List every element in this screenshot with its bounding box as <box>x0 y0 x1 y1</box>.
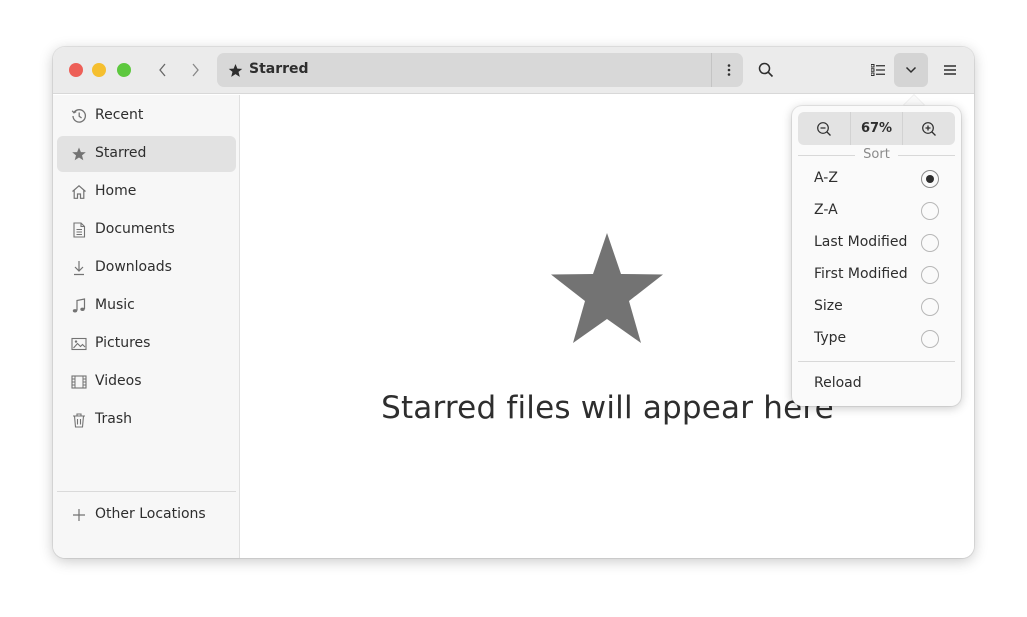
sort-option-size[interactable]: Size <box>814 298 843 314</box>
header-bar: Starred <box>53 47 974 94</box>
sidebar-item-label: Music <box>95 297 135 313</box>
sort-option-a-z[interactable]: A-Z <box>814 170 838 186</box>
sidebar-item-documents[interactable]: Documents <box>57 212 236 248</box>
plus-icon <box>73 509 85 521</box>
film-icon <box>71 375 87 389</box>
music-note-icon <box>72 298 86 313</box>
back-button[interactable] <box>150 59 176 81</box>
sort-radio-first-modified[interactable] <box>921 266 939 284</box>
sort-radio-z-a[interactable] <box>921 202 939 220</box>
zoom-out-icon <box>817 121 831 136</box>
vertical-dots-icon <box>727 64 730 76</box>
maximize-window-button[interactable] <box>117 63 131 77</box>
sort-radio-last-modified[interactable] <box>921 234 939 252</box>
sort-radio-size[interactable] <box>921 298 939 316</box>
main-menu-button[interactable] <box>936 53 964 87</box>
location-title: Starred <box>249 61 309 77</box>
chevron-down-icon <box>905 66 917 74</box>
search-icon <box>758 62 774 78</box>
sidebar-item-label: Documents <box>95 221 175 237</box>
zoom-controls: 67% <box>798 112 955 145</box>
location-bar-divider <box>711 53 712 87</box>
star-icon <box>72 147 86 161</box>
sort-option-type[interactable]: Type <box>814 330 846 346</box>
sort-option-z-a[interactable]: Z-A <box>814 202 838 218</box>
sidebar-item-label: Starred <box>95 145 147 161</box>
sidebar-item-label: Recent <box>95 107 144 123</box>
sidebar-item-trash[interactable]: Trash <box>57 402 236 438</box>
zoom-out-button[interactable] <box>798 112 850 145</box>
sidebar-item-pictures[interactable]: Pictures <box>57 326 236 362</box>
zoom-level-button[interactable]: 67% <box>850 112 903 145</box>
sidebar-item-label: Videos <box>95 373 142 389</box>
sort-divider-right <box>898 155 955 156</box>
chevron-left-icon <box>159 63 166 77</box>
sidebar-item-label: Trash <box>95 411 132 427</box>
picture-icon <box>71 337 87 351</box>
search-button[interactable] <box>752 53 780 87</box>
sort-radio-type[interactable] <box>921 330 939 348</box>
close-window-button[interactable] <box>69 63 83 77</box>
starred-placeholder-star-icon <box>551 233 663 343</box>
hamburger-icon <box>944 65 956 75</box>
star-icon <box>228 63 243 77</box>
sidebar-divider <box>57 491 236 492</box>
home-icon <box>72 185 86 199</box>
trash-icon <box>73 413 85 428</box>
zoom-in-icon <box>922 121 936 136</box>
minimize-window-button[interactable] <box>92 63 106 77</box>
sidebar-item-label: Home <box>95 183 137 199</box>
forward-button[interactable] <box>182 59 208 81</box>
sidebar-item-other-locations[interactable]: Other Locations <box>57 497 236 533</box>
sidebar-item-music[interactable]: Music <box>57 288 236 324</box>
location-bar[interactable]: Starred <box>217 53 743 87</box>
list-view-button[interactable] <box>863 53 893 87</box>
document-icon <box>73 222 86 238</box>
sort-heading-row: Sort <box>798 147 955 162</box>
sort-option-last-modified[interactable]: Last Modified <box>814 234 907 250</box>
location-menu-button[interactable] <box>714 53 743 87</box>
popover-arrow <box>903 95 925 106</box>
sidebar: Recent Starred Home Documents Downloads … <box>53 95 240 558</box>
sidebar-item-starred[interactable]: Starred <box>57 136 236 172</box>
reload-button[interactable]: Reload <box>814 375 862 391</box>
sidebar-item-recent[interactable]: Recent <box>57 98 236 134</box>
sidebar-item-label: Downloads <box>95 259 172 275</box>
zoom-in-button[interactable] <box>903 112 955 145</box>
clock-history-icon <box>71 109 87 123</box>
sidebar-item-home[interactable]: Home <box>57 174 236 210</box>
popover-divider <box>798 361 955 362</box>
view-options-button[interactable] <box>894 53 928 87</box>
sidebar-item-downloads[interactable]: Downloads <box>57 250 236 286</box>
download-icon <box>74 261 84 276</box>
sidebar-item-label: Pictures <box>95 335 151 351</box>
list-view-icon <box>871 64 885 76</box>
view-options-popover: 67% Sort A-Z Z-A Last Modified First Mod… <box>792 106 961 406</box>
sidebar-item-videos[interactable]: Videos <box>57 364 236 400</box>
sort-option-first-modified[interactable]: First Modified <box>814 266 908 282</box>
chevron-right-icon <box>192 63 199 77</box>
sort-radio-a-z[interactable] <box>921 170 939 188</box>
sidebar-item-label: Other Locations <box>95 506 206 522</box>
